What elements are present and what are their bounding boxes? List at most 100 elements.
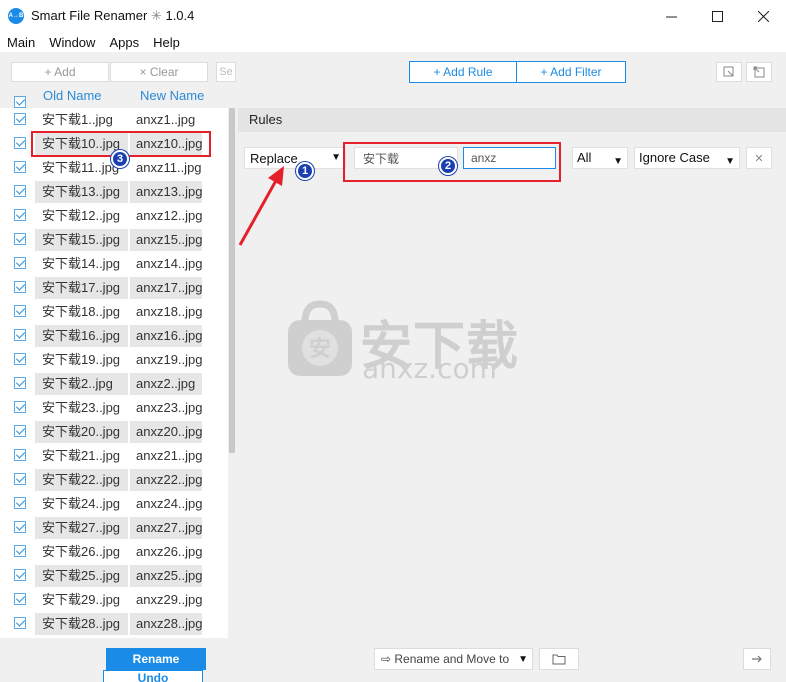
file-row[interactable]: 安下载15..jpg anxz15..jpg bbox=[0, 228, 228, 252]
old-name-cell: 安下载23..jpg bbox=[42, 400, 121, 415]
file-checkbox[interactable] bbox=[14, 233, 26, 245]
file-checkbox[interactable] bbox=[14, 473, 26, 485]
file-checkbox[interactable] bbox=[14, 113, 26, 125]
undo-button[interactable]: Undo bbox=[103, 670, 203, 682]
new-name-cell: anxz14..jpg bbox=[136, 256, 202, 271]
case-sensitivity-select[interactable]: Ignore Case ▼ bbox=[634, 147, 740, 169]
window-controls bbox=[648, 0, 786, 32]
file-row[interactable]: 安下载1..jpg anxz1..jpg bbox=[0, 108, 228, 132]
remove-rule-button[interactable]: ✕ bbox=[746, 147, 772, 169]
file-checkbox[interactable] bbox=[14, 257, 26, 269]
old-name-cell: 安下载26..jpg bbox=[42, 544, 121, 559]
file-row[interactable]: 安下载23..jpg anxz23..jpg bbox=[0, 396, 228, 420]
old-name-cell: 安下载21..jpg bbox=[42, 448, 121, 463]
import-rules-button[interactable] bbox=[716, 62, 742, 82]
new-name-cell: anxz19..jpg bbox=[136, 352, 202, 367]
next-button[interactable] bbox=[743, 648, 771, 670]
rename-button[interactable]: Rename bbox=[106, 648, 206, 670]
file-row[interactable]: 安下载14..jpg anxz14..jpg bbox=[0, 252, 228, 276]
add-rule-button[interactable]: + Add Rule bbox=[409, 61, 517, 83]
old-name-cell: 安下载22..jpg bbox=[35, 469, 128, 491]
old-name-cell: 安下载14..jpg bbox=[42, 256, 121, 271]
old-name-cell: 安下载19..jpg bbox=[42, 352, 121, 367]
file-checkbox[interactable] bbox=[14, 377, 26, 389]
menu-help[interactable]: Help bbox=[146, 35, 187, 50]
import-icon bbox=[723, 66, 734, 77]
new-name-column-header[interactable]: New Name bbox=[140, 88, 204, 103]
file-row[interactable]: 安下载17..jpg anxz17..jpg bbox=[0, 276, 228, 300]
app-version: 1.0.4 bbox=[165, 8, 195, 23]
old-name-cell: 安下载29..jpg bbox=[42, 592, 121, 607]
chevron-down-icon: ▼ bbox=[725, 156, 735, 167]
old-name-cell: 安下载25..jpg bbox=[35, 565, 128, 587]
file-checkbox[interactable] bbox=[14, 425, 26, 437]
file-row[interactable]: 安下载21..jpg anxz21..jpg bbox=[0, 444, 228, 468]
file-row[interactable]: 安下载28..jpg anxz28..jpg bbox=[0, 612, 228, 636]
file-row[interactable]: 安下载18..jpg anxz18..jpg bbox=[0, 300, 228, 324]
app-window: A→B Smart File Renamer ✳ 1.0.4 Main Wind… bbox=[0, 0, 786, 682]
title-bar: A→B Smart File Renamer ✳ 1.0.4 bbox=[0, 0, 786, 32]
file-row[interactable]: 安下载2..jpg anxz2..jpg bbox=[0, 372, 228, 396]
new-name-cell: anxz2..jpg bbox=[130, 373, 202, 395]
old-name-cell: 安下载16..jpg bbox=[35, 325, 128, 347]
file-row[interactable]: 安下载16..jpg anxz16..jpg bbox=[0, 324, 228, 348]
new-name-cell: anxz24..jpg bbox=[136, 496, 202, 511]
file-row[interactable]: 安下载12..jpg anxz12..jpg bbox=[0, 204, 228, 228]
file-checkbox[interactable] bbox=[14, 617, 26, 629]
file-checkbox[interactable] bbox=[14, 209, 26, 221]
old-name-cell: 安下载2..jpg bbox=[35, 373, 128, 395]
file-checkbox[interactable] bbox=[14, 137, 26, 149]
app-name: Smart File Renamer bbox=[31, 8, 148, 23]
rename-and-move-select[interactable]: ⇨ Rename and Move to ▼ bbox=[374, 648, 533, 670]
file-checkbox[interactable] bbox=[14, 281, 26, 293]
select-all-checkbox[interactable] bbox=[14, 96, 26, 108]
clear-files-button[interactable]: × Clear bbox=[110, 62, 208, 82]
export-rules-button[interactable] bbox=[746, 62, 772, 82]
file-row[interactable]: 安下载20..jpg anxz20..jpg bbox=[0, 420, 228, 444]
old-name-column-header[interactable]: Old Name bbox=[43, 88, 102, 103]
menu-main[interactable]: Main bbox=[0, 35, 42, 50]
file-row[interactable]: 安下载19..jpg anxz19..jpg bbox=[0, 348, 228, 372]
old-name-cell: 安下载28..jpg bbox=[35, 613, 128, 635]
maximize-button[interactable] bbox=[694, 0, 740, 32]
watermark-bag-char: 安 bbox=[309, 336, 331, 362]
annotation-badge-2: 2 bbox=[439, 157, 457, 175]
new-name-cell: anxz18..jpg bbox=[136, 304, 202, 319]
file-row[interactable]: 安下载24..jpg anxz24..jpg bbox=[0, 492, 228, 516]
file-row[interactable]: 安下载26..jpg anxz26..jpg bbox=[0, 540, 228, 564]
file-checkbox[interactable] bbox=[14, 593, 26, 605]
add-filter-button[interactable]: + Add Filter bbox=[517, 61, 626, 83]
annotation-badge-3: 3 bbox=[111, 150, 129, 168]
file-checkbox[interactable] bbox=[14, 329, 26, 341]
new-name-cell: anxz28..jpg bbox=[130, 613, 202, 635]
close-button[interactable] bbox=[740, 0, 786, 32]
file-checkbox[interactable] bbox=[14, 497, 26, 509]
new-name-cell: anxz12..jpg bbox=[136, 208, 202, 223]
add-files-button[interactable]: + Add bbox=[11, 62, 109, 82]
rules-area bbox=[238, 132, 786, 638]
file-checkbox[interactable] bbox=[14, 569, 26, 581]
new-name-cell: anxz1..jpg bbox=[136, 112, 196, 127]
case-value: Ignore Case bbox=[639, 150, 710, 165]
file-checkbox[interactable] bbox=[14, 521, 26, 533]
menu-window[interactable]: Window bbox=[42, 35, 102, 50]
file-row[interactable]: 安下载13..jpg anxz13..jpg bbox=[0, 180, 228, 204]
choose-folder-button[interactable] bbox=[539, 648, 579, 670]
file-checkbox[interactable] bbox=[14, 185, 26, 197]
scope-select[interactable]: All ▼ bbox=[572, 147, 628, 169]
file-checkbox[interactable] bbox=[14, 353, 26, 365]
file-row[interactable]: 安下载29..jpg anxz29..jpg bbox=[0, 588, 228, 612]
chevron-down-icon: ▼ bbox=[518, 654, 528, 665]
file-checkbox[interactable] bbox=[14, 161, 26, 173]
file-row[interactable]: 安下载27..jpg anxz27..jpg bbox=[0, 516, 228, 540]
file-checkbox[interactable] bbox=[14, 401, 26, 413]
rules-header: Rules bbox=[238, 108, 786, 132]
minimize-button[interactable] bbox=[648, 0, 694, 32]
file-checkbox[interactable] bbox=[14, 305, 26, 317]
select-button[interactable]: Se bbox=[216, 62, 236, 82]
menu-apps[interactable]: Apps bbox=[102, 35, 146, 50]
file-row[interactable]: 安下载22..jpg anxz22..jpg bbox=[0, 468, 228, 492]
file-checkbox[interactable] bbox=[14, 545, 26, 557]
file-checkbox[interactable] bbox=[14, 449, 26, 461]
file-row[interactable]: 安下载25..jpg anxz25..jpg bbox=[0, 564, 228, 588]
